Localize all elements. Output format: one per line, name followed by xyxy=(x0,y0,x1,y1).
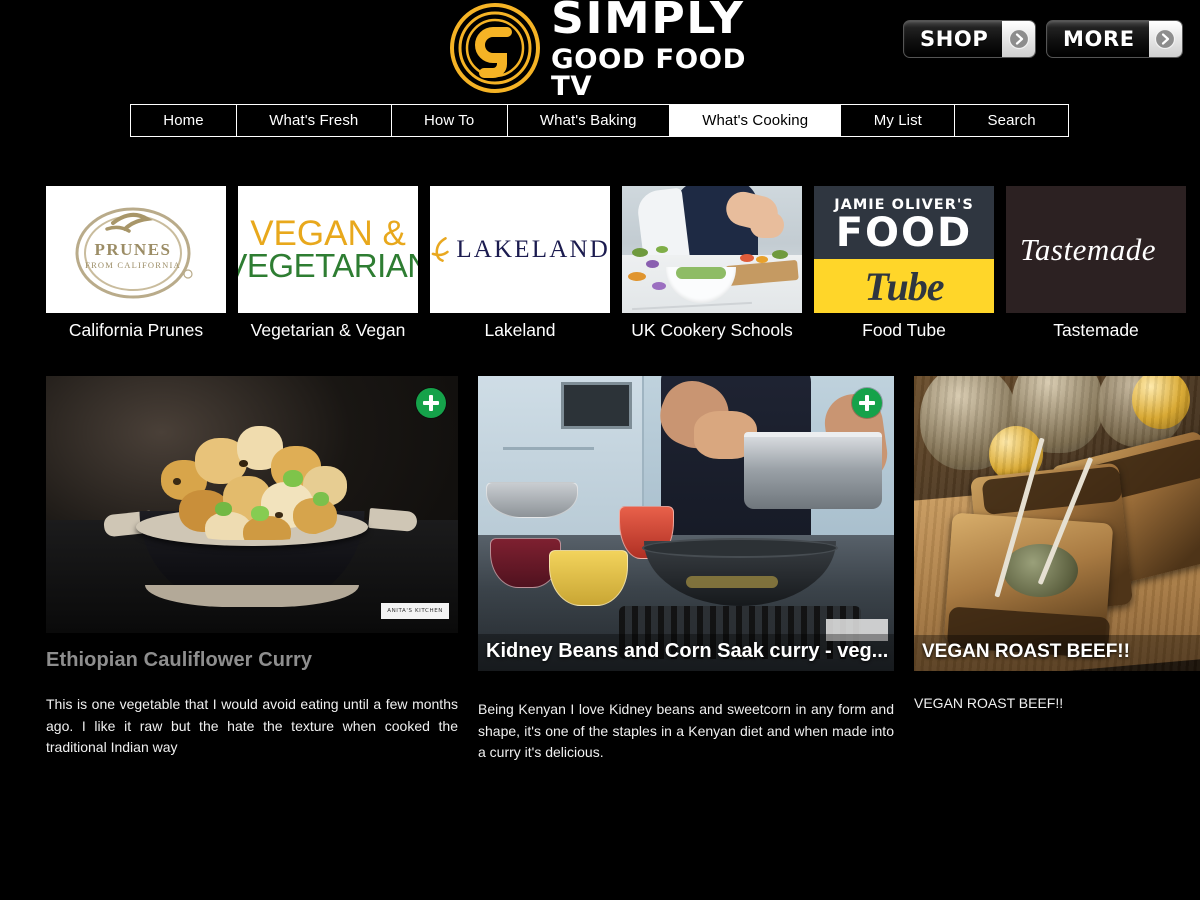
recipe-card[interactable]: Kidney Beans and Corn Saak curry - veg..… xyxy=(478,376,894,764)
recipe-title[interactable]: Kidney Beans and Corn Saak curry - veg..… xyxy=(478,634,894,671)
nav-item-whats-fresh[interactable]: What's Fresh xyxy=(237,105,392,136)
lakeland-wordmark: LAKELAND xyxy=(456,235,610,263)
food-tube-line-2: FOOD xyxy=(835,210,973,256)
brand-tile-uk-cookery-schools[interactable]: UK Cookery Schools xyxy=(622,186,802,346)
recipe-description: VEGAN ROAST BEEF!! xyxy=(914,695,1064,711)
add-to-list-button[interactable] xyxy=(852,388,882,418)
g-circle-logo-icon xyxy=(449,2,541,94)
nav-item-home[interactable]: Home xyxy=(131,105,237,136)
chevron-right-icon xyxy=(1148,21,1182,57)
recipe-description: This is one vegetable that I would avoid… xyxy=(46,696,458,756)
more-button-label: MORE xyxy=(1063,27,1135,51)
brand-label: California Prunes xyxy=(68,320,204,340)
more-button[interactable]: MORE xyxy=(1046,20,1183,58)
recipe-card[interactable]: VEGAN ROAST BEEF!! VEGAN ROAST BEEF!! xyxy=(914,376,1200,715)
nav-item-how-to[interactable]: How To xyxy=(391,105,508,136)
cauliflower-curry-photo xyxy=(46,376,458,633)
site-header: SIMPLY GOOD FOOD TV SHOP MORE xyxy=(0,0,1200,100)
vegan-roast-beef-photo xyxy=(914,376,1200,671)
brand-partners-row: PRUNES FROM CALIFORNIA California Prunes… xyxy=(46,186,1200,346)
california-prunes-logo-icon: PRUNES FROM CALIFORNIA xyxy=(46,186,226,313)
brand-label: Tastemade xyxy=(1053,320,1139,340)
app-root: SIMPLY GOOD FOOD TV SHOP MORE Home What'… xyxy=(0,0,1200,900)
logo-wordmark: SIMPLY GOOD FOOD TV xyxy=(551,0,749,100)
recipe-card[interactable]: ANITA'S KITCHEN Ethiopian Cauliflower Cu… xyxy=(46,376,458,759)
vegan-logo-line-2: VEGETARIAN xyxy=(238,247,418,285)
nav-item-whats-baking[interactable]: What's Baking xyxy=(507,105,670,136)
nav-item-my-list[interactable]: My List xyxy=(841,105,956,136)
nav-item-whats-cooking[interactable]: What's Cooking xyxy=(669,105,842,136)
recipe-description: Being Kenyan I love Kidney beans and swe… xyxy=(478,701,894,761)
tastemade-wordmark: Tastemade xyxy=(1020,231,1156,267)
brand-label: Vegetarian & Vegan xyxy=(250,320,406,340)
brand-tile-vegetarian-vegan[interactable]: VEGAN & VEGETARIAN Vegetarian & Vegan xyxy=(238,186,418,346)
brand-label: Food Tube xyxy=(862,320,946,340)
chevron-right-icon xyxy=(1002,21,1035,57)
nav-item-search[interactable]: Search xyxy=(955,105,1068,136)
shop-button-label: SHOP xyxy=(920,27,989,51)
logo-line-1: SIMPLY xyxy=(551,0,745,44)
food-tube-line-3: Tube xyxy=(864,263,945,309)
video-watermark: ANITA'S KITCHEN xyxy=(381,602,449,619)
brand-label: Lakeland xyxy=(484,320,556,340)
recipe-title[interactable]: Ethiopian Cauliflower Curry xyxy=(46,649,458,672)
recipe-thumbnail[interactable]: Kidney Beans and Corn Saak curry - veg..… xyxy=(478,376,894,671)
brand-tile-food-tube[interactable]: JAMIE OLIVER'S FOOD Tube Food Tube xyxy=(814,186,994,346)
brand-tile-tastemade[interactable]: Tastemade Tastemade xyxy=(1006,186,1186,346)
svg-text:FROM CALIFORNIA: FROM CALIFORNIA xyxy=(85,260,181,270)
vegan-vegetarian-logo-icon: VEGAN & VEGETARIAN xyxy=(238,186,418,313)
add-to-list-button[interactable] xyxy=(416,388,446,418)
brand-tile-lakeland[interactable]: LAKELAND Lakeland xyxy=(430,186,610,346)
food-tube-logo-icon: JAMIE OLIVER'S FOOD Tube xyxy=(814,186,994,313)
brand-tile-california-prunes[interactable]: PRUNES FROM CALIFORNIA California Prunes xyxy=(46,186,226,346)
vegan-logo-line-1: VEGAN & xyxy=(250,213,406,253)
main-navigation: Home What's Fresh How To What's Baking W… xyxy=(130,104,1069,137)
svg-text:PRUNES: PRUNES xyxy=(94,240,171,259)
shop-button[interactable]: SHOP xyxy=(903,20,1036,58)
brand-label: UK Cookery Schools xyxy=(631,320,793,340)
lakeland-logo-icon: LAKELAND xyxy=(430,186,610,313)
recipe-thumbnail[interactable]: ANITA'S KITCHEN xyxy=(46,376,458,633)
uk-cookery-schools-photo xyxy=(622,186,802,313)
site-logo[interactable]: SIMPLY GOOD FOOD TV xyxy=(449,0,749,100)
tastemade-logo-icon: Tastemade xyxy=(1006,186,1186,313)
recipe-title[interactable]: VEGAN ROAST BEEF!! xyxy=(914,635,1200,671)
recipe-thumbnail[interactable]: VEGAN ROAST BEEF!! xyxy=(914,376,1200,671)
logo-line-2: GOOD FOOD TV xyxy=(551,43,746,102)
